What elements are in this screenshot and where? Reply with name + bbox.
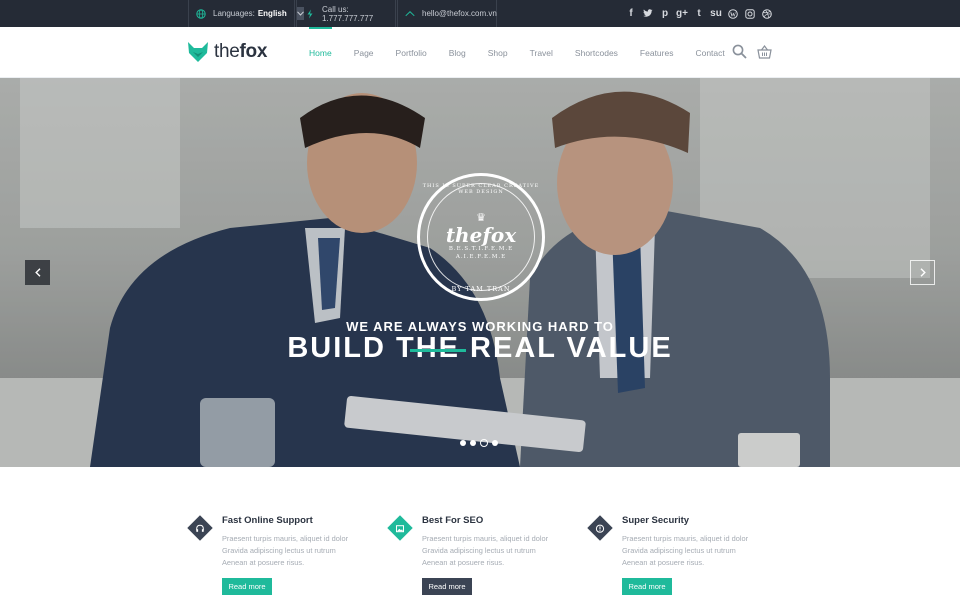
feature-title: Super Security [622, 515, 690, 526]
slider-dot-active[interactable] [480, 439, 488, 447]
badge-brand: thefox [445, 222, 517, 247]
hero-slider: THIS IS SUPER CLEAR CREATIVE WEB DESIGN … [0, 78, 960, 467]
facebook-icon[interactable]: f [626, 8, 636, 19]
badge-ring-bottom: BY TAM TRAN [451, 285, 511, 293]
stumbleupon-icon[interactable]: su [710, 8, 722, 19]
hero-title: BUILD THE REAL VALUE [287, 332, 673, 364]
feature-body: Fast Online Support Praesent turpis maur… [222, 515, 372, 595]
shopping-basket-icon[interactable] [757, 44, 772, 59]
nav-item-contact[interactable]: Contact [684, 27, 735, 78]
globe-icon [196, 8, 206, 19]
read-more-button[interactable]: Read more [622, 578, 672, 595]
chevron-right-icon [920, 268, 926, 277]
feature-icon-badge [187, 515, 213, 541]
nav-item-travel[interactable]: Travel [519, 27, 564, 78]
tumblr-icon[interactable]: t [694, 8, 704, 19]
nav-item-page[interactable]: Page [343, 27, 385, 78]
language-value[interactable]: English [258, 9, 287, 18]
feature-text-line: Praesent turpis mauris, aliquet id dolor [622, 534, 749, 543]
feature-text-line: Aenean at posuere risus. [422, 558, 505, 567]
nav-item-blog[interactable]: Blog [438, 27, 477, 78]
nav-item-portfolio[interactable]: Portfolio [385, 27, 438, 78]
nav-item-features[interactable]: Features [629, 27, 685, 78]
headset-icon [196, 523, 204, 532]
feature-text-line: Praesent turpis mauris, aliquet id dolor [422, 534, 549, 543]
thefox-badge: THIS IS SUPER CLEAR CREATIVE WEB DESIGN … [417, 173, 545, 301]
feature-title: Fast Online Support [222, 515, 313, 526]
nav-item-shortcodes[interactable]: Shortcodes [564, 27, 629, 78]
nav-item-home[interactable]: Home [298, 27, 343, 78]
twitter-icon[interactable] [643, 9, 653, 19]
image-icon [396, 524, 404, 532]
badge-line-1: B.E.S.T.I.F.E.M.E [448, 245, 514, 252]
feature-icon-badge [587, 515, 613, 541]
badge-inner: ♛ thefox B.E.S.T.I.F.E.M.E A.I.E.F.E.M.E [427, 183, 535, 291]
pinterest-icon[interactable]: p [660, 8, 670, 19]
site-logo[interactable]: thefox [187, 41, 267, 63]
instagram-icon[interactable] [745, 8, 755, 19]
slider-dot[interactable] [492, 440, 498, 446]
language-selector[interactable]: Languages: English [188, 0, 304, 27]
read-more-button[interactable]: Read more [422, 578, 472, 595]
slider-dots [460, 439, 498, 447]
feature-title: Best For SEO [422, 515, 484, 526]
feature-body: Super Security Praesent turpis mauris, a… [622, 515, 772, 595]
fox-logo-icon [188, 42, 208, 62]
shield-icon [595, 523, 605, 533]
svg-text:W: W [730, 12, 736, 18]
read-more-button[interactable]: Read more [222, 578, 272, 595]
logo-text: thefox [214, 41, 268, 62]
slider-prev-button[interactable] [25, 260, 50, 285]
badge-line-2: A.I.E.F.E.M.E [455, 253, 507, 260]
email-info[interactable]: hello@thefox.com.vn [397, 0, 497, 27]
call-text: Call us: 1.777.777.777 [322, 4, 374, 23]
phone-icon [305, 9, 315, 19]
language-label: Languages: [213, 9, 255, 18]
slider-dot[interactable] [470, 440, 476, 446]
main-nav: Home Page Portfolio Blog Shop Travel Sho… [298, 27, 736, 78]
feature-text-line: Praesent turpis mauris, aliquet id dolor [222, 534, 349, 543]
dribbble-icon[interactable] [762, 8, 772, 19]
feature-body: Best For SEO Praesent turpis mauris, ali… [422, 515, 572, 595]
feature-text-line: Aenean at posuere risus. [222, 558, 305, 567]
social-links: f p g+ t su W [626, 0, 772, 27]
feature-icon-badge [387, 515, 413, 541]
email-text[interactable]: hello@thefox.com.vn [422, 9, 497, 18]
slider-next-button[interactable] [910, 260, 935, 285]
chevron-left-icon [34, 268, 40, 277]
feature-text-line: Gravida adipiscing lectus ut rutrum [222, 546, 336, 555]
nav-item-shop[interactable]: Shop [477, 27, 519, 78]
features-section: Fast Online Support Praesent turpis maur… [0, 467, 960, 600]
search-icon[interactable] [732, 44, 747, 59]
header-actions [732, 44, 772, 59]
site-header: thefox Home Page Portfolio Blog Shop Tra… [0, 27, 960, 78]
wordpress-icon[interactable]: W [728, 8, 738, 19]
feature-text-line: Gravida adipiscing lectus ut rutrum [622, 546, 736, 555]
feature-text-line: Aenean at posuere risus. [622, 558, 705, 567]
top-bar: Languages: English Call us: 1.777.777.77… [0, 0, 960, 27]
google-plus-icon[interactable]: g+ [676, 8, 688, 19]
slider-dot[interactable] [460, 440, 466, 446]
call-info: Call us: 1.777.777.777 [296, 0, 396, 27]
mail-icon [405, 9, 415, 19]
badge-ring-top: THIS IS SUPER CLEAR CREATIVE WEB DESIGN [422, 183, 540, 195]
feature-text-line: Gravida adipiscing lectus ut rutrum [422, 546, 536, 555]
